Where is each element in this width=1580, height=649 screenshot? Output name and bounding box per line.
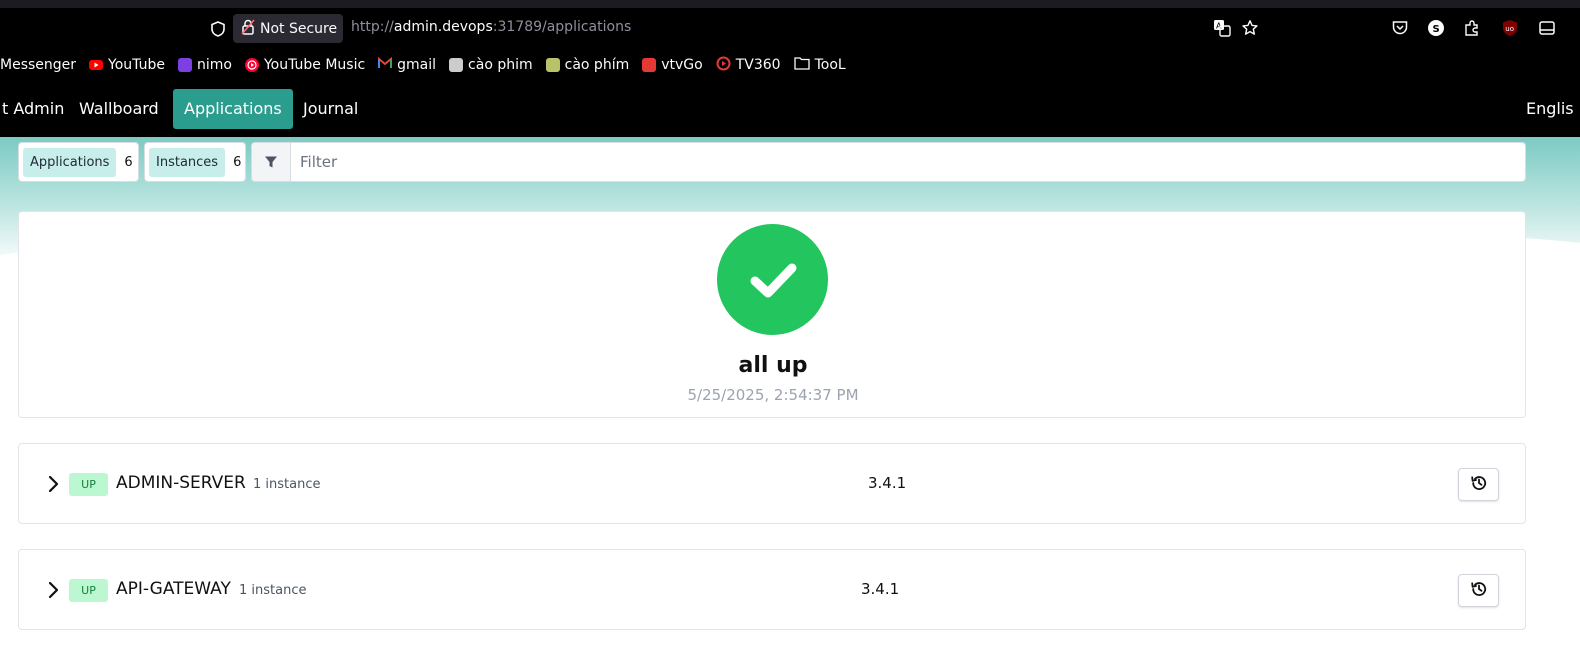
svg-text:uo: uo [1505, 25, 1514, 33]
application-version: 3.4.1 [868, 474, 907, 492]
sidebar-toggle-icon[interactable] [1537, 18, 1557, 38]
history-icon [1470, 580, 1488, 602]
pocket-icon[interactable] [1390, 18, 1410, 38]
nav-wallboard[interactable]: Wallboard [68, 89, 170, 129]
bookmark-messenger[interactable]: Messenger [0, 57, 76, 73]
filter-toolbar: Applications 6 Instances 6 [18, 142, 1526, 182]
youtube-icon [89, 60, 104, 70]
application-name: ADMIN-SERVER [116, 473, 246, 493]
status-summary-card: all up 5/25/2025, 2:54:37 PM [18, 211, 1526, 418]
translate-icon[interactable]: A [1212, 18, 1232, 38]
svg-text:S: S [1433, 24, 1440, 35]
bookmark-label: Messenger [0, 57, 77, 73]
applications-count-box: Applications 6 [18, 142, 139, 182]
history-icon [1470, 474, 1488, 496]
brand-link[interactable]: t Admin [0, 89, 75, 129]
vtvgo-icon [642, 58, 657, 72]
app-navbar: t Admin Wallboard Applications Journal E… [0, 82, 1580, 137]
extension-s-icon[interactable]: S [1426, 18, 1446, 38]
not-secure-label: Not Secure [260, 20, 338, 37]
status-badge: UP [69, 579, 108, 602]
page-icon [545, 58, 560, 72]
history-button[interactable] [1458, 468, 1499, 501]
bookmark-youtube[interactable]: YouTube [89, 57, 165, 73]
not-secure-indicator[interactable]: Not Secure [233, 14, 343, 43]
bookmark-label: cào phím [564, 57, 630, 73]
star-bookmark-icon[interactable] [1240, 18, 1260, 38]
url-host: admin.devops [393, 19, 493, 35]
application-row[interactable]: UP ADMIN-SERVER 1 instance 3.4.1 [18, 443, 1526, 524]
nimo-icon [177, 58, 192, 72]
instances-count-box: Instances 6 [144, 142, 246, 182]
bookmark-label: nimo [196, 57, 232, 73]
nav-journal[interactable]: Journal [292, 89, 369, 129]
applications-count-value: 6 [124, 154, 133, 170]
url-text[interactable]: http://admin.devops:31789/applications [351, 19, 631, 35]
chevron-right-icon[interactable] [45, 474, 61, 494]
bookmark-label: cào phim [468, 57, 533, 73]
bookmark-label: YouTube [108, 57, 165, 73]
youtube-music-icon [244, 58, 259, 72]
bookmark-folder-tool[interactable]: TooL [793, 56, 846, 74]
shield-icon[interactable] [209, 20, 227, 38]
lock-warning-icon [241, 18, 255, 39]
bookmark-tv360[interactable]: TV360 [716, 56, 781, 75]
bookmark-label: TooL [814, 57, 846, 73]
folder-icon [793, 56, 810, 74]
tv360-icon [716, 56, 731, 75]
history-button[interactable] [1458, 574, 1499, 607]
bookmark-vtvgo[interactable]: vtvGo [642, 57, 703, 73]
bookmark-youtube-music[interactable]: YouTube Music [244, 57, 366, 73]
bookmark-gmail[interactable]: gmail [378, 56, 437, 73]
window-top-strip [0, 0, 1580, 8]
bookmark-label: TV360 [735, 57, 781, 73]
application-name: API-GATEWAY [116, 579, 231, 599]
instance-count: 1 instance [253, 477, 321, 492]
url-path: :31789/applications [492, 19, 632, 35]
bookmarks-bar: Messenger YouTube nimo YouTube Music gma… [0, 48, 1580, 82]
applications-count-label: Applications [23, 147, 117, 177]
application-version: 3.4.1 [861, 580, 900, 598]
filter-input[interactable] [292, 143, 1522, 181]
status-title: all up [738, 353, 808, 378]
bookmark-cao-phim[interactable]: cào phim [449, 57, 533, 73]
bookmark-label: gmail [397, 57, 437, 73]
check-icon [717, 224, 828, 335]
bookmark-label: vtvGo [661, 57, 703, 73]
application-row[interactable]: UP API-GATEWAY 1 instance 3.4.1 [18, 549, 1526, 630]
page-icon [449, 58, 464, 72]
bookmark-label: YouTube Music [263, 57, 366, 73]
filter-icon [252, 143, 291, 181]
status-timestamp: 5/25/2025, 2:54:37 PM [687, 386, 859, 404]
url-bar[interactable]: Not Secure http://admin.devops:31789/app… [0, 8, 1580, 48]
instances-count-label: Instances [149, 147, 226, 177]
bookmark-nimo[interactable]: nimo [177, 57, 232, 73]
status-badge: UP [69, 473, 108, 496]
nav-applications[interactable]: Applications [173, 89, 293, 129]
language-selector[interactable]: Englis [1526, 89, 1574, 129]
instances-count-value: 6 [233, 154, 242, 170]
chevron-right-icon[interactable] [45, 580, 61, 600]
gmail-icon [378, 56, 393, 73]
extensions-puzzle-icon[interactable] [1462, 18, 1482, 38]
ublock-icon[interactable]: uo [1500, 18, 1520, 38]
instance-count: 1 instance [239, 583, 307, 598]
bookmark-cao-phim-2[interactable]: cào phím [545, 57, 630, 73]
url-prefix: http:// [351, 19, 394, 35]
filter-box [251, 142, 1526, 182]
